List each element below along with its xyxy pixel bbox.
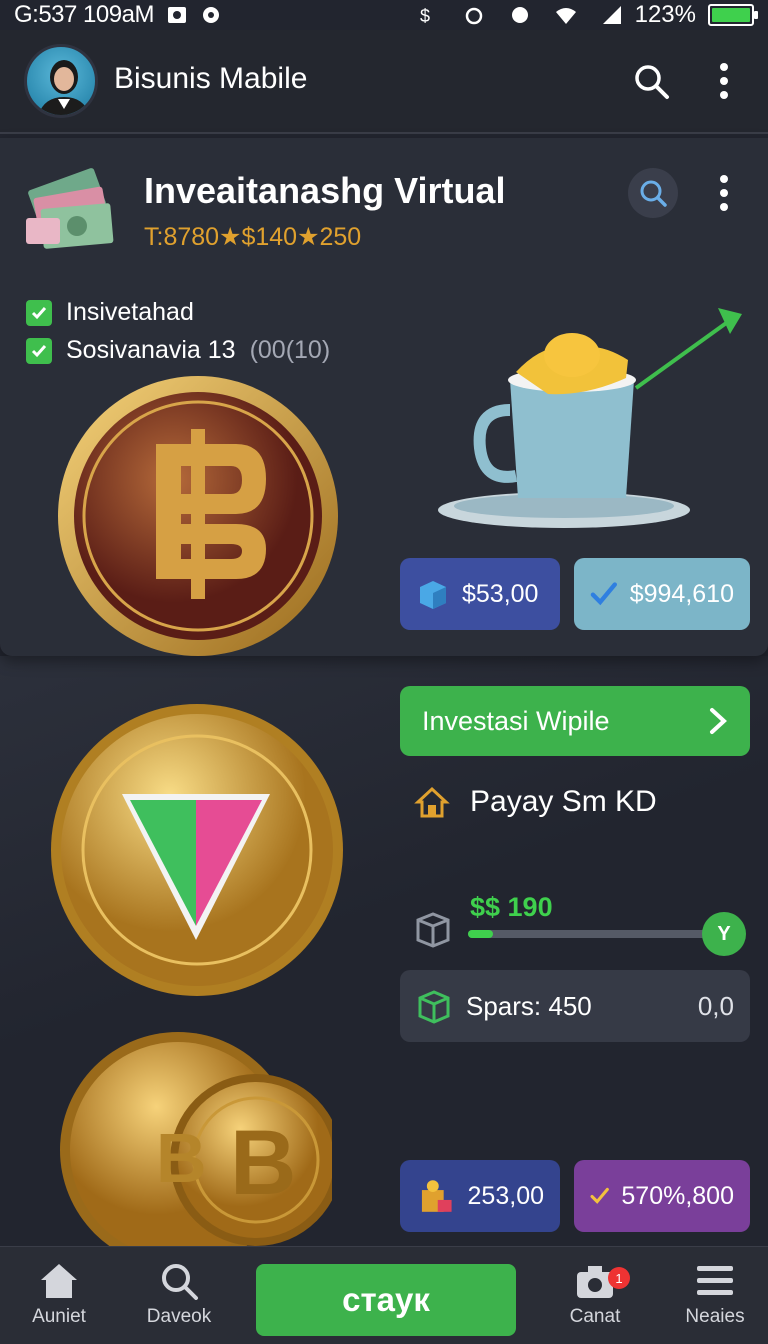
nav-item-menu[interactable]: Neaies bbox=[660, 1262, 768, 1328]
spars-value: 0,0 bbox=[697, 990, 734, 1021]
bitcoin-coins-icon: B B bbox=[60, 1032, 332, 1246]
spars-label: Spars: 450 bbox=[466, 990, 592, 1021]
checkbox-checked[interactable] bbox=[26, 337, 52, 364]
app-header: Bisunis Mabile bbox=[0, 30, 768, 134]
nav-label: Daveok bbox=[146, 1306, 212, 1327]
home-icon bbox=[41, 1264, 77, 1298]
nav-item-camera[interactable]: Canat bbox=[540, 1262, 650, 1328]
nav-item-home[interactable]: Auniet bbox=[4, 1262, 114, 1328]
dot-icon bbox=[511, 7, 528, 23]
checkbox-label: Sosivanavia 13 bbox=[66, 336, 236, 364]
nav-label: Auniet bbox=[32, 1306, 86, 1327]
checkbox-checked[interactable] bbox=[26, 299, 52, 326]
checkbox-extra: (00(10) bbox=[249, 336, 331, 364]
spars-row[interactable]: Spars: 450 0,0 bbox=[400, 970, 750, 1042]
battery-fill bbox=[712, 8, 750, 22]
check-icon bbox=[590, 582, 617, 606]
price-label: $$ 190 bbox=[470, 892, 553, 922]
nav-label: Neaies bbox=[685, 1306, 745, 1327]
notification-badge: 1 bbox=[608, 1267, 630, 1289]
balance-pill-left[interactable]: $53,00 bbox=[400, 558, 560, 630]
battery-percent: 123% bbox=[634, 1, 696, 28]
card-subtitle: T:8780★$140★250 bbox=[144, 223, 362, 251]
svg-text:B: B bbox=[230, 1112, 296, 1214]
checkbox-row-1[interactable]: Insivetahad bbox=[26, 298, 194, 327]
ruble-coin-icon bbox=[58, 376, 338, 656]
status-bar: G:537 109aM $ 123% bbox=[0, 0, 768, 30]
payay-row[interactable]: Payay Sm KD bbox=[414, 784, 657, 820]
bottom-pill-left[interactable]: 253,00 bbox=[400, 1160, 560, 1232]
signal-icon bbox=[602, 6, 621, 24]
slider-knob[interactable]: Y bbox=[702, 912, 746, 956]
triangle-coin-icon bbox=[51, 704, 343, 996]
check-icon bbox=[590, 1187, 609, 1204]
cube-icon bbox=[420, 581, 446, 609]
status-time: G:537 109aM bbox=[14, 1, 154, 28]
card-title: Inveaitanashg Virtual bbox=[144, 170, 506, 211]
teacup-icon bbox=[438, 308, 742, 528]
settings-icon bbox=[202, 7, 219, 23]
more-vert-icon[interactable] bbox=[716, 174, 732, 212]
slider-fill bbox=[468, 930, 493, 938]
slider-track[interactable] bbox=[468, 930, 716, 938]
search-icon bbox=[640, 180, 667, 207]
pill-value: 570%,800 bbox=[621, 1181, 734, 1210]
search-icon[interactable] bbox=[632, 62, 670, 100]
invest-button[interactable]: Investasi Wipile bbox=[400, 686, 750, 756]
more-vert-icon[interactable] bbox=[716, 62, 732, 100]
check-icon bbox=[31, 344, 47, 357]
chevron-right-icon bbox=[710, 708, 727, 734]
svg-text:$: $ bbox=[420, 6, 430, 26]
dollar-icon: $ bbox=[420, 6, 430, 26]
bottom-pill-right[interactable]: 570%,800 bbox=[574, 1160, 750, 1232]
checkbox-label: Insivetahad bbox=[66, 298, 194, 326]
invest-button-label: Investasi Wipile bbox=[422, 705, 610, 736]
pill-value: 253,00 bbox=[467, 1181, 544, 1210]
balance-pill-right[interactable]: $994,610 bbox=[574, 558, 750, 630]
alarm-icon bbox=[465, 7, 482, 25]
nav-label: Canat bbox=[569, 1306, 621, 1327]
box-icon bbox=[418, 990, 450, 1024]
money-stack-icon bbox=[26, 168, 114, 249]
pill-value: $53,00 bbox=[462, 579, 539, 608]
person-icon bbox=[38, 60, 90, 115]
svg-text:B: B bbox=[156, 1119, 207, 1197]
card-search-button[interactable] bbox=[628, 168, 678, 218]
menu-icon bbox=[697, 1266, 733, 1295]
nav-item-search[interactable]: Daveok bbox=[124, 1262, 234, 1328]
pill-value: $994,610 bbox=[629, 579, 734, 608]
avatar[interactable] bbox=[24, 44, 98, 118]
app-title: Bisunis Mabile bbox=[114, 62, 308, 95]
image-icon bbox=[167, 7, 186, 23]
wifi-icon bbox=[555, 8, 576, 24]
payay-label: Payay Sm KD bbox=[470, 785, 657, 818]
battery-icon bbox=[708, 4, 758, 26]
primary-action-button[interactable]: стаук bbox=[256, 1264, 516, 1336]
gift-icon bbox=[421, 1180, 452, 1212]
crate-icon bbox=[416, 912, 450, 948]
check-icon bbox=[31, 306, 47, 319]
search-icon bbox=[162, 1264, 198, 1300]
checkbox-row-2[interactable]: Sosivanavia 13 (00(10) bbox=[26, 336, 330, 365]
house-icon bbox=[414, 786, 450, 818]
